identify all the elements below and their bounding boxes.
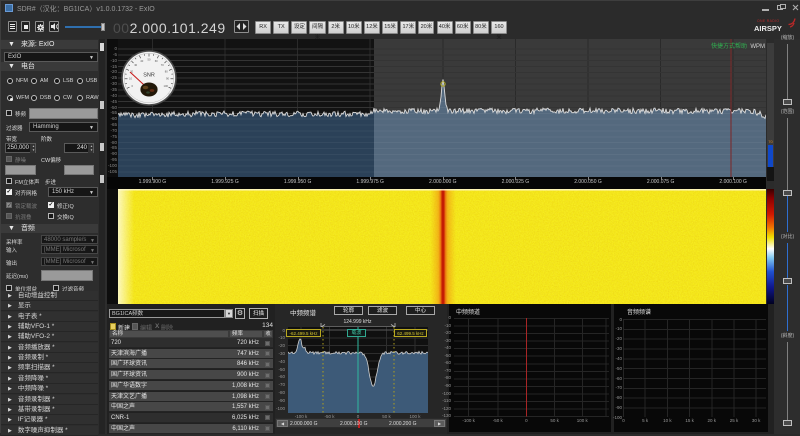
svg-text:100: 100 (164, 84, 169, 88)
svg-text:SNR: SNR (143, 73, 155, 79)
svg-text:80: 80 (165, 69, 168, 73)
svg-text:60: 60 (155, 59, 158, 63)
svg-text:10: 10 (129, 77, 132, 81)
svg-text:∞: ∞ (169, 92, 171, 96)
svg-text:90: 90 (166, 77, 169, 81)
svg-text:30: 30 (134, 63, 137, 67)
svg-text:40: 40 (140, 59, 143, 63)
svg-text:50: 50 (148, 58, 151, 62)
svg-text:70: 70 (161, 63, 164, 67)
